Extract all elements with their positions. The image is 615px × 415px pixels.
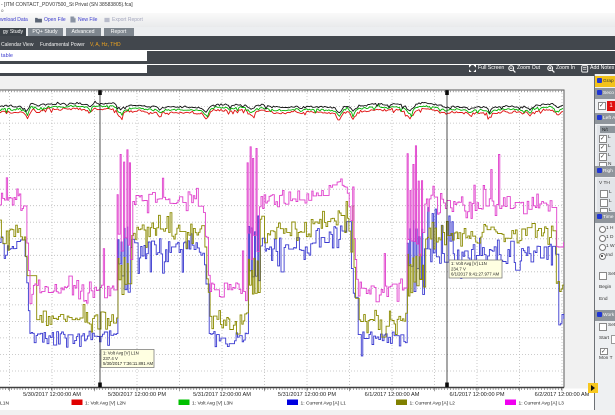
svg-text:5/30/2017 7:36:11.891 AM: 5/30/2017 7:36:11.891 AM	[103, 361, 154, 366]
svg-text:1: Volt Avg [V] L2N: 1: Volt Avg [V] L2N	[85, 401, 126, 407]
svg-text:6/1/2017 12:00:00 AM: 6/1/2017 12:00:00 AM	[365, 392, 420, 398]
svg-text:5/30/2017 12:00:00 PM: 5/30/2017 12:00:00 PM	[108, 392, 166, 398]
svg-text:5/30/2017 12:00:00 AM: 5/30/2017 12:00:00 AM	[23, 392, 81, 398]
svg-text:1: Volt Avg [V] L3N: 1: Volt Avg [V] L3N	[192, 401, 233, 407]
svg-text:1: Current Avg [A] L1: 1: Current Avg [A] L1	[301, 401, 347, 407]
svg-text:237.4 V: 237.4 V	[103, 356, 118, 361]
svg-text:L1N: L1N	[0, 401, 9, 407]
svg-text:5/31/2017 12:00:00 PM: 5/31/2017 12:00:00 PM	[278, 392, 336, 398]
svg-text:6/1/2017 9:41:27.977 AM: 6/1/2017 9:41:27.977 AM	[451, 272, 499, 277]
svg-text:234.7 V: 234.7 V	[451, 266, 466, 271]
svg-text:1: Volt Avg [V] L1N: 1: Volt Avg [V] L1N	[451, 261, 487, 266]
svg-text:1: Current Avg [A] L2: 1: Current Avg [A] L2	[410, 401, 456, 407]
svg-text:5/31/2017 12:00:00 AM: 5/31/2017 12:00:00 AM	[193, 392, 251, 398]
svg-text:6/1/2017 12:00:00 PM: 6/1/2017 12:00:00 PM	[449, 392, 504, 398]
svg-text:6/2/2017 12:00:00 AM: 6/2/2017 12:00:00 AM	[535, 392, 590, 398]
svg-text:1: Current Avg [A] L3: 1: Current Avg [A] L3	[519, 401, 565, 407]
svg-text:1: Volt Avg [V] L1N: 1: Volt Avg [V] L1N	[103, 351, 139, 356]
